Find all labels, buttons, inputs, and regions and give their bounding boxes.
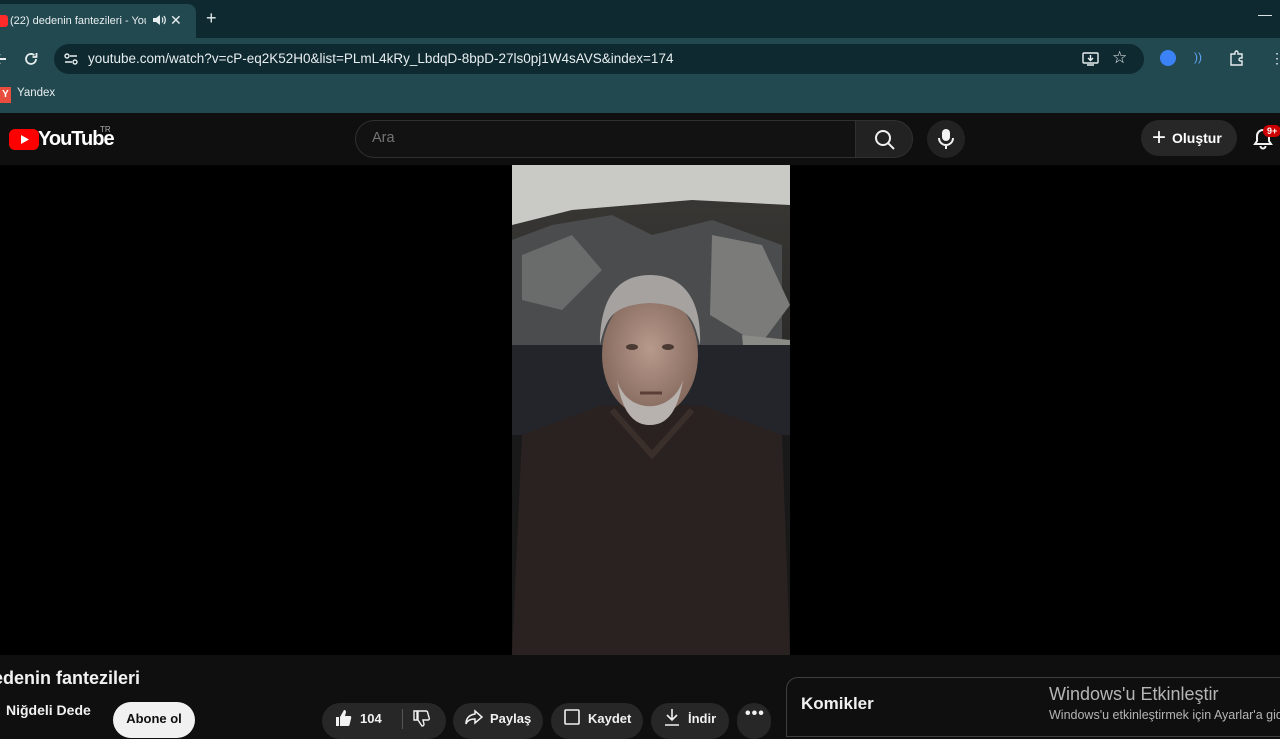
site-info-icon[interactable]: [63, 51, 79, 67]
like-divider: [402, 709, 403, 729]
bookmark-yandex[interactable]: Yandex: [17, 87, 55, 99]
bookmarks-bar: Y Yandex: [0, 80, 1280, 113]
thumbs-down-icon[interactable]: [412, 709, 430, 727]
browser-menu-icon[interactable]: ⋮: [1270, 50, 1280, 67]
share-button[interactable]: Paylaş: [453, 703, 543, 739]
download-label: İndir: [688, 711, 717, 726]
tab-title: (22) dedenin fantezileri - YouTube: [10, 15, 146, 27]
microphone-icon: [938, 129, 954, 149]
back-arrow-icon[interactable]: [0, 50, 8, 68]
windows-activation-title: Windows'u Etkinleştir: [1049, 684, 1219, 704]
save-label: Kaydet: [588, 711, 632, 726]
search-box: [355, 120, 855, 158]
minimize-window-button[interactable]: —: [1258, 6, 1272, 22]
share-label: Paylaş: [490, 711, 532, 726]
share-icon: [465, 709, 483, 725]
install-app-icon[interactable]: [1082, 51, 1099, 67]
extension-shazam-icon[interactable]: [1160, 50, 1176, 66]
video-player[interactable]: [0, 165, 1280, 655]
youtube-masthead: YouTube TR + Oluştur 9+: [0, 113, 1280, 165]
save-icon: [564, 709, 580, 725]
extension-sound-icon[interactable]: )): [1194, 50, 1202, 64]
browser-tab-strip: (22) dedenin fantezileri - YouTube ✕ + —: [0, 0, 1280, 38]
voice-search-button[interactable]: [927, 120, 965, 158]
url-text[interactable]: youtube.com/watch?v=cP-eq2K52H0&list=PLm…: [88, 51, 673, 66]
search-button[interactable]: [855, 120, 913, 158]
video-frame[interactable]: [512, 165, 790, 655]
playlist-title[interactable]: Komikler: [801, 694, 874, 714]
youtube-favicon-icon: [0, 15, 8, 27]
more-dots-icon: •••: [745, 705, 765, 722]
notification-badge: 9+: [1263, 125, 1280, 137]
audio-playing-icon[interactable]: [152, 13, 166, 27]
more-actions-button[interactable]: •••: [737, 703, 771, 739]
extensions-puzzle-icon[interactable]: [1228, 49, 1246, 67]
download-button[interactable]: İndir: [651, 703, 729, 739]
yandex-favicon-icon: Y: [0, 87, 11, 103]
address-bar[interactable]: youtube.com/watch?v=cP-eq2K52H0&list=PLm…: [54, 44, 1144, 74]
browser-tab[interactable]: (22) dedenin fantezileri - YouTube ✕: [0, 4, 196, 38]
search-icon: [875, 130, 895, 150]
create-button[interactable]: + Oluştur: [1141, 120, 1237, 156]
thumbs-up-icon[interactable]: [334, 709, 352, 727]
channel-name[interactable]: Niğdeli Dede: [6, 702, 91, 718]
subscribe-button[interactable]: Abone ol: [113, 702, 195, 738]
download-icon: [665, 709, 679, 726]
browser-toolbar: youtube.com/watch?v=cP-eq2K52H0&list=PLm…: [0, 38, 1280, 80]
save-button[interactable]: Kaydet: [551, 703, 643, 739]
video-title: dedenin fantezileri: [0, 668, 141, 688]
bookmark-star-icon[interactable]: ☆: [1112, 48, 1127, 68]
create-label: Oluştur: [1172, 130, 1222, 146]
close-tab-icon[interactable]: ✕: [170, 11, 182, 29]
new-tab-button[interactable]: +: [206, 8, 217, 28]
plus-icon: +: [1152, 124, 1167, 151]
youtube-logo-icon[interactable]: [9, 129, 39, 150]
like-dislike-group: 104: [322, 703, 446, 739]
country-code: TR: [100, 125, 111, 134]
search-input[interactable]: [372, 130, 832, 146]
video-still-image: [512, 165, 790, 655]
reload-icon[interactable]: [22, 50, 40, 68]
like-count[interactable]: 104: [360, 711, 382, 726]
